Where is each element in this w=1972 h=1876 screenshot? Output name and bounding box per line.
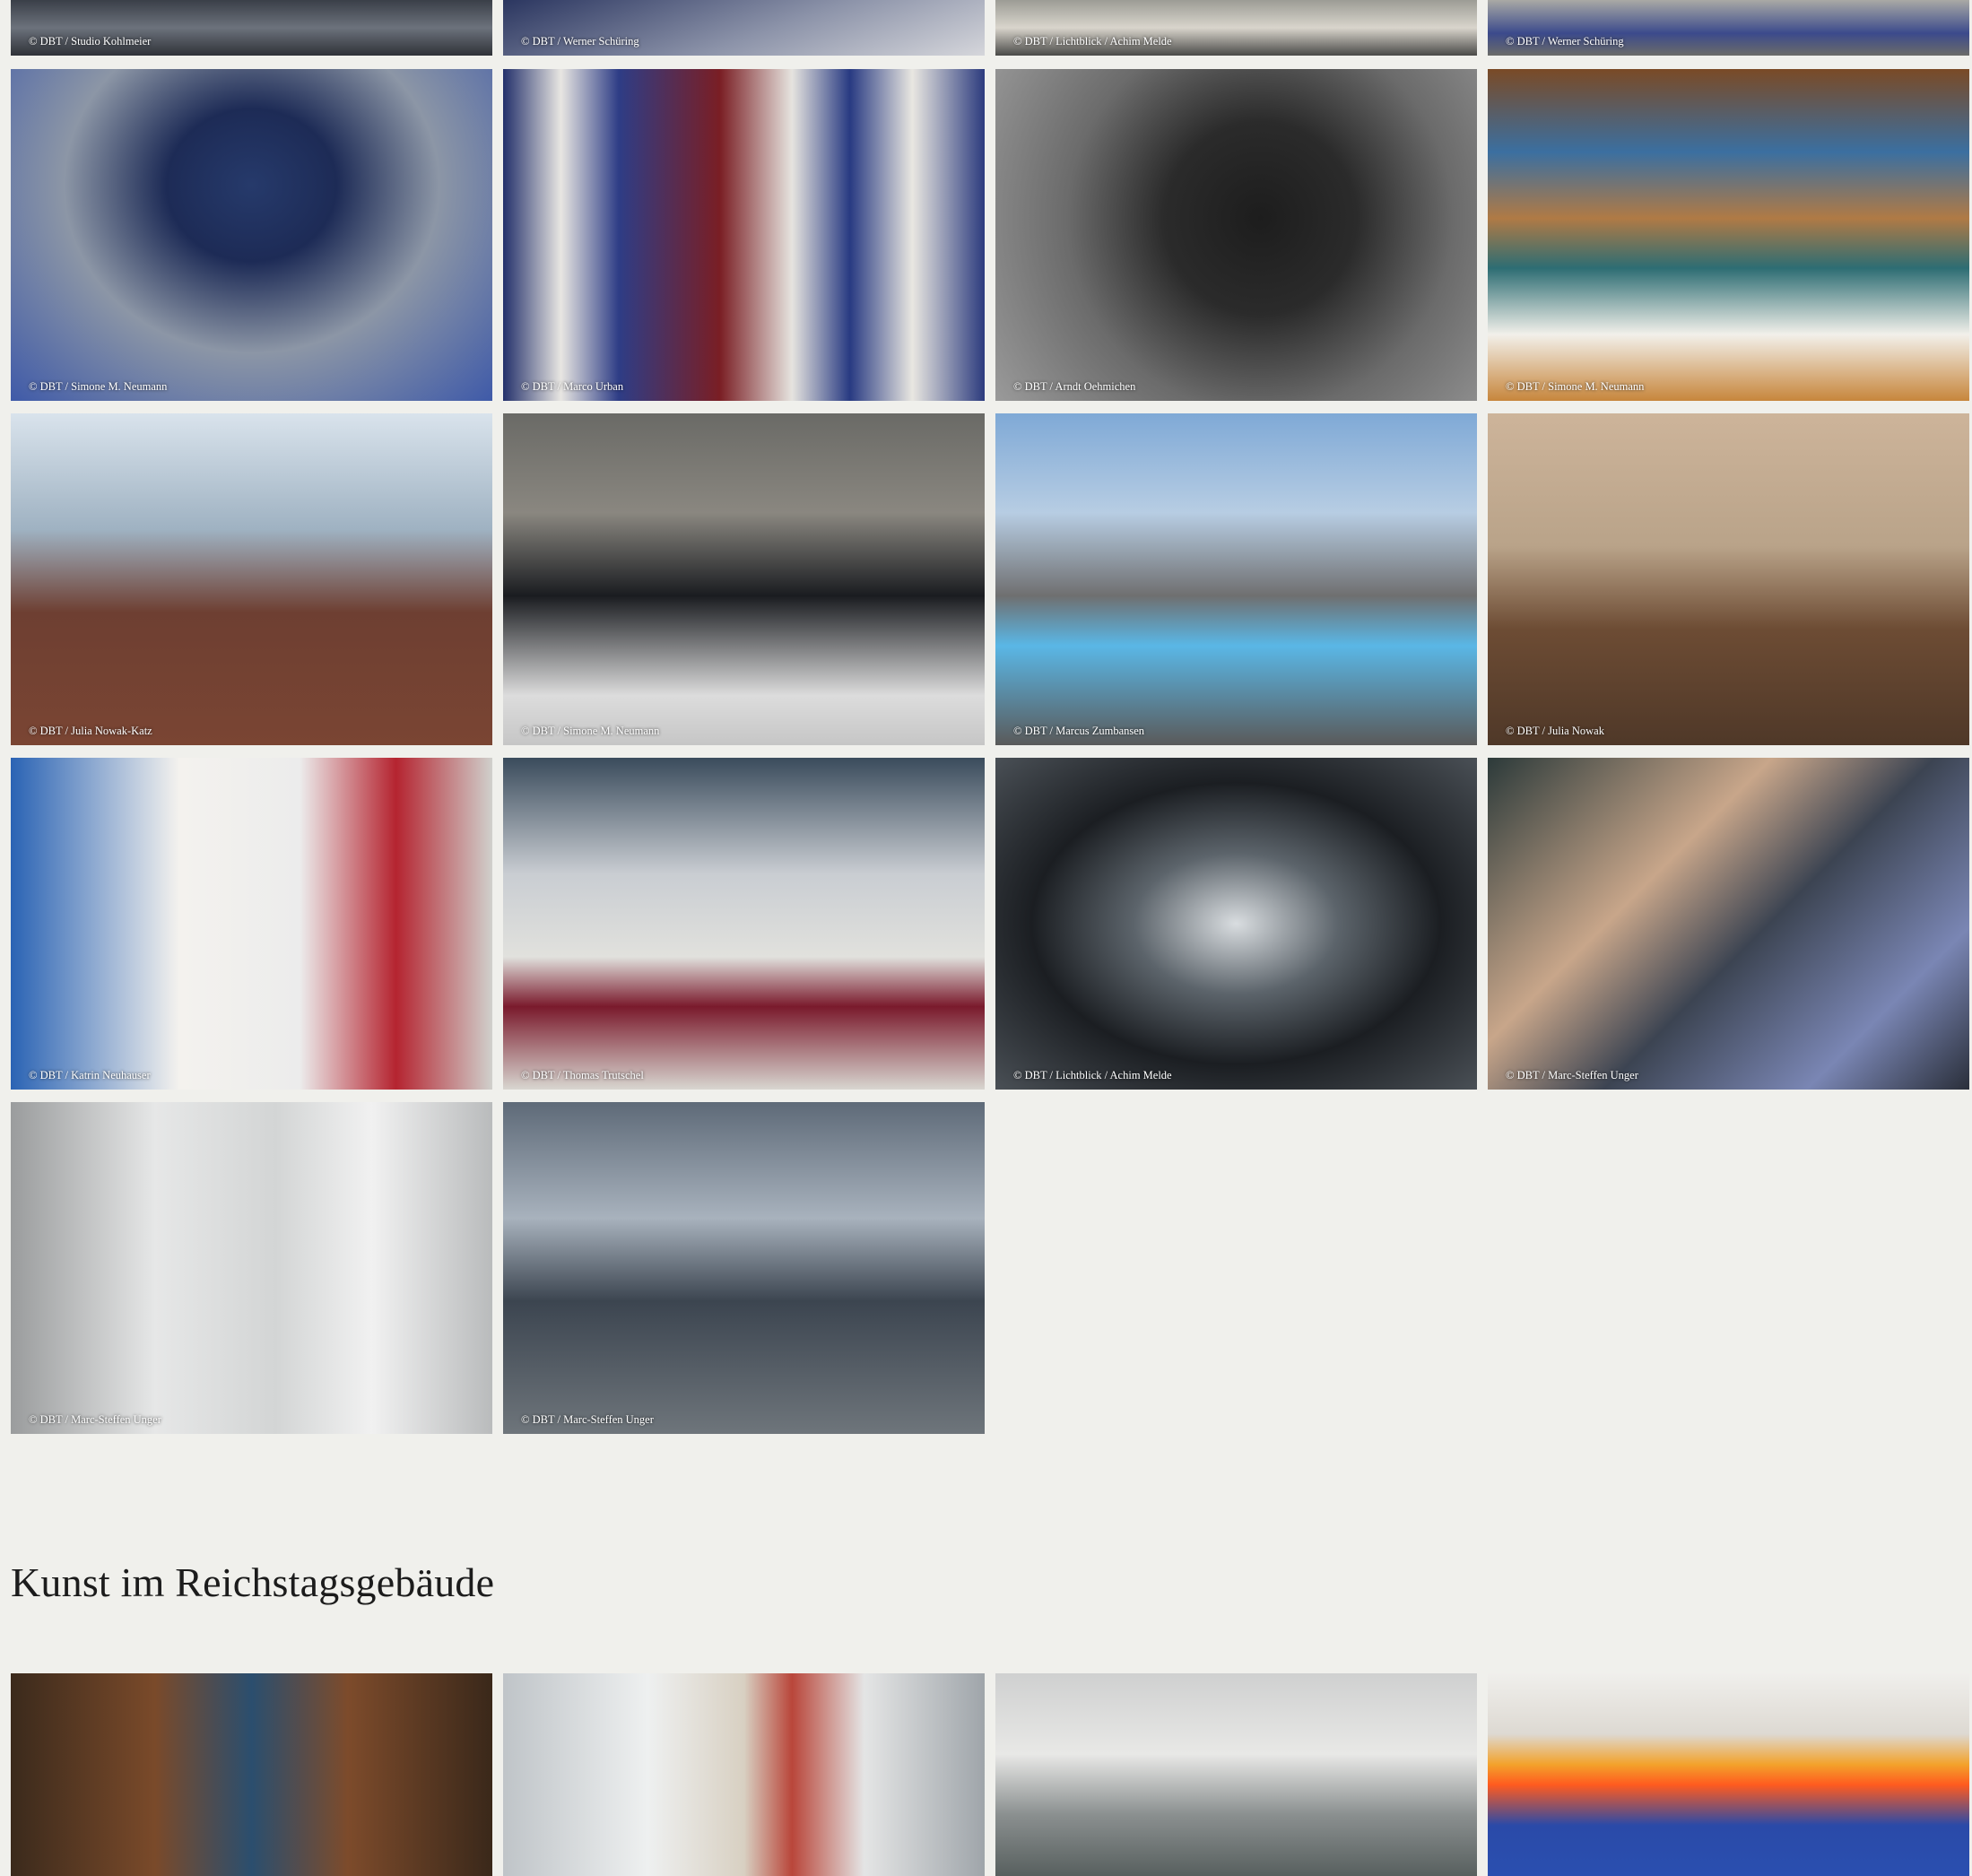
- photo-tile[interactable]: © DBT / Lichtblick / Achim Melde: [995, 758, 1477, 1090]
- photo-tile[interactable]: © DBT / Thomas Trutschel: [503, 758, 985, 1090]
- art-tile[interactable]: [503, 1673, 985, 1876]
- photo-credit: © DBT / Marc-Steffen Unger: [1506, 1069, 1638, 1081]
- photo-image: [995, 1673, 1477, 1876]
- photo-image: [11, 758, 492, 1090]
- photo-credit: © DBT / Lichtblick / Achim Melde: [1013, 1069, 1172, 1081]
- photo-credit: © DBT / Simone M. Neumann: [29, 380, 168, 393]
- photo-tile[interactable]: © DBT / Katrin Neuhauser: [11, 758, 492, 1090]
- photo-credit: © DBT / Studio Kohlmeier: [29, 35, 152, 48]
- photo-image: [1488, 69, 1969, 401]
- photo-tile[interactable]: © DBT / Werner Schüring: [503, 0, 985, 56]
- photo-image: [1488, 758, 1969, 1090]
- photo-credit: © DBT / Thomas Trutschel: [521, 1069, 644, 1081]
- photo-tile[interactable]: © DBT / Marc-Steffen Unger: [1488, 758, 1969, 1090]
- photo-tile[interactable]: © DBT / Simone M. Neumann: [11, 69, 492, 401]
- photo-image: [995, 413, 1477, 745]
- photo-credit: © DBT / Lichtblick / Achim Melde: [1013, 35, 1172, 48]
- photo-credit: © DBT / Marc-Steffen Unger: [29, 1413, 161, 1426]
- photo-credit: © DBT / Werner Schüring: [521, 35, 639, 48]
- photo-gallery: © DBT / Simone M. Neumann © DBT / Marco U…: [11, 69, 1972, 1434]
- photo-tile[interactable]: © DBT / Simone M. Neumann: [503, 413, 985, 745]
- top-photo-row: © DBT / Studio Kohlmeier © DBT / Werner S…: [11, 0, 1972, 56]
- photo-image: [11, 1673, 492, 1876]
- art-tile[interactable]: [1488, 1673, 1969, 1876]
- photo-credit: © DBT / Marco Urban: [521, 380, 624, 393]
- photo-credit: © DBT / Marc-Steffen Unger: [521, 1413, 654, 1426]
- photo-image: [11, 69, 492, 401]
- photo-image: [1488, 1673, 1969, 1876]
- photo-credit: © DBT / Marcus Zumbansen: [1013, 725, 1145, 737]
- photo-tile[interactable]: © DBT / Arndt Oehmichen: [995, 69, 1477, 401]
- photo-tile[interactable]: © DBT / Simone M. Neumann: [1488, 69, 1969, 401]
- photo-tile[interactable]: © DBT / Marc-Steffen Unger: [503, 1102, 985, 1434]
- photo-image: [503, 413, 985, 745]
- photo-image: [503, 1673, 985, 1876]
- photo-tile[interactable]: © DBT / Werner Schüring: [1488, 0, 1969, 56]
- photo-image: [1488, 413, 1969, 745]
- art-gallery: [11, 1673, 1972, 1876]
- photo-tile[interactable]: © DBT / Julia Nowak-Katz: [11, 413, 492, 745]
- photo-tile[interactable]: © DBT / Marcus Zumbansen: [995, 413, 1477, 745]
- photo-image: [11, 1102, 492, 1434]
- section-title: Kunst im Reichstagsgebäude: [11, 1559, 495, 1605]
- photo-tile[interactable]: © DBT / Studio Kohlmeier: [11, 0, 492, 56]
- photo-image: [503, 758, 985, 1090]
- photo-credit: © DBT / Katrin Neuhauser: [29, 1069, 151, 1081]
- art-tile[interactable]: [11, 1673, 492, 1876]
- photo-credit: © DBT / Simone M. Neumann: [1506, 380, 1645, 393]
- photo-credit: © DBT / Werner Schüring: [1506, 35, 1624, 48]
- photo-tile[interactable]: © DBT / Marc-Steffen Unger: [11, 1102, 492, 1434]
- photo-image: [11, 413, 492, 745]
- photo-image: [995, 758, 1477, 1090]
- photo-credit: © DBT / Simone M. Neumann: [521, 725, 660, 737]
- photo-tile[interactable]: © DBT / Julia Nowak: [1488, 413, 1969, 745]
- photo-tile[interactable]: © DBT / Lichtblick / Achim Melde: [995, 0, 1477, 56]
- photo-image: [503, 1102, 985, 1434]
- art-tile[interactable]: [995, 1673, 1477, 1876]
- photo-credit: © DBT / Julia Nowak: [1506, 725, 1604, 737]
- photo-image: [503, 69, 985, 401]
- photo-image: [995, 69, 1477, 401]
- photo-tile[interactable]: © DBT / Marco Urban: [503, 69, 985, 401]
- photo-credit: © DBT / Julia Nowak-Katz: [29, 725, 152, 737]
- photo-credit: © DBT / Arndt Oehmichen: [1013, 380, 1136, 393]
